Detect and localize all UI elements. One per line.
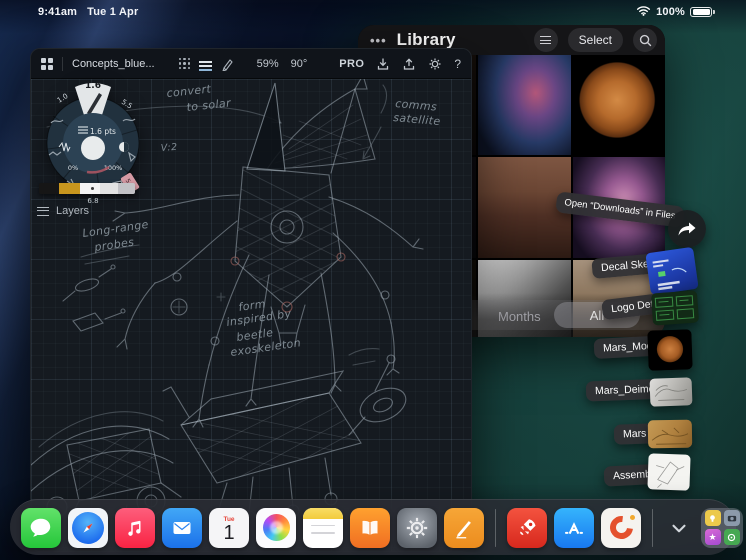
svg-text:Long-range: Long-range xyxy=(82,218,150,240)
photos-title: Library xyxy=(396,30,456,49)
app-library-tile-camera xyxy=(723,510,740,526)
battery-percent: 100% xyxy=(656,6,685,18)
svg-text:convert: convert xyxy=(166,82,212,100)
help-button[interactable]: ? xyxy=(454,57,461,71)
app-library-tile-yellow xyxy=(704,510,721,526)
zoom-level[interactable]: 59% xyxy=(257,58,279,70)
vector-pen-icon[interactable] xyxy=(221,57,235,71)
dock-divider xyxy=(495,508,496,547)
dock-app-settings[interactable] xyxy=(397,507,437,548)
photo-thumbnail-nebula[interactable] xyxy=(478,55,571,155)
drag-thumbnail-mars-model[interactable] xyxy=(647,329,693,371)
list-icon xyxy=(540,36,552,44)
mail-icon xyxy=(173,521,191,534)
dock-app-library[interactable]: ★ xyxy=(701,507,743,548)
gallery-icon[interactable] xyxy=(41,57,53,70)
search-icon xyxy=(639,34,651,46)
precision-menu-icon[interactable] xyxy=(178,57,191,70)
segment-months[interactable]: Months xyxy=(498,309,541,324)
safari-icon xyxy=(72,511,104,544)
drag-thumbnail-logo-detail[interactable] xyxy=(650,290,700,326)
dock-app-books[interactable] xyxy=(350,507,390,548)
search-button[interactable] xyxy=(633,28,657,52)
clock: 9:41am xyxy=(38,6,78,18)
svg-text:V:2: V:2 xyxy=(160,142,177,154)
app-library-tile-green xyxy=(723,529,740,545)
dock-collapse-button[interactable] xyxy=(664,508,694,548)
wheel-center-button xyxy=(81,136,105,160)
gear-icon xyxy=(406,517,428,538)
ipad-screen: 9:41am Tue 1 Apr 100% ••• Library Select xyxy=(0,0,746,560)
drag-thumbnail-mars-sketch[interactable] xyxy=(647,419,693,449)
drag-thumbnail-assembly[interactable] xyxy=(647,453,691,491)
selected-color-dot xyxy=(91,187,94,190)
dock-app-calendar[interactable]: Tue 1 xyxy=(209,507,249,548)
import-icon[interactable] xyxy=(376,57,390,71)
document-title[interactable]: Concepts_blue... xyxy=(72,58,155,70)
stroke-size-label: 1.6 pts xyxy=(90,127,116,136)
messages-icon xyxy=(30,518,51,537)
app-library-tile-star: ★ xyxy=(704,529,721,545)
share-forward-button[interactable] xyxy=(668,210,706,248)
svg-text:satellite: satellite xyxy=(393,111,441,128)
dock-app-concepts[interactable] xyxy=(601,507,641,548)
active-tool-size: 1.6 xyxy=(85,81,101,91)
dock-app-app-store[interactable] xyxy=(554,507,594,548)
rocket-icon xyxy=(520,518,536,535)
drag-thumbnail-decal-sketches[interactable] xyxy=(645,246,699,296)
music-icon xyxy=(128,520,141,536)
dock-app-safari[interactable] xyxy=(68,507,108,548)
export-icon[interactable] xyxy=(402,57,416,71)
color-swatch-bar[interactable] xyxy=(39,183,135,194)
app-store-icon xyxy=(564,521,584,534)
dock-app-rocket[interactable] xyxy=(507,507,547,548)
dock-app-music[interactable] xyxy=(115,507,155,548)
dock-app-pen[interactable] xyxy=(444,507,484,548)
photo-thumbnail-mars-globe[interactable] xyxy=(573,55,665,155)
calendar-day: 1 xyxy=(223,521,235,544)
battery-icon xyxy=(690,6,715,18)
layers-icon xyxy=(37,206,49,216)
svg-text:to solar: to solar xyxy=(186,96,233,114)
dock-app-messages[interactable] xyxy=(21,507,61,548)
window-options-button[interactable]: ••• xyxy=(370,33,387,48)
pro-badge[interactable]: PRO xyxy=(339,58,364,70)
notes-icon xyxy=(303,507,343,519)
drag-thumbnail-mars-deimos[interactable] xyxy=(649,377,693,407)
opacity-min: 0% xyxy=(68,164,78,172)
dock-app-notes[interactable] xyxy=(303,507,343,548)
view-options-button[interactable] xyxy=(533,28,558,52)
dock-app-mail[interactable] xyxy=(162,507,202,548)
select-button[interactable]: Select xyxy=(567,28,623,52)
forward-arrow-icon xyxy=(678,222,696,236)
books-icon xyxy=(362,520,378,535)
layers-panel-icon[interactable] xyxy=(199,61,213,71)
layers-label: Layers xyxy=(56,205,90,217)
pen-icon xyxy=(456,520,471,538)
tool-size-bottom: 6.8 xyxy=(87,197,98,205)
settings-gear-icon[interactable] xyxy=(428,57,442,71)
canvas-rotation[interactable]: 90° xyxy=(291,58,308,70)
status-bar: 9:41am Tue 1 Apr 100% xyxy=(0,0,746,24)
date: Tue 1 Apr xyxy=(87,6,139,18)
concepts-window: convert to solar V:2 comms satellite for… xyxy=(30,48,472,552)
dock: Tue 1 ★ xyxy=(10,499,743,555)
layers-panel-toggle[interactable]: Layers xyxy=(37,205,89,217)
chevron-down-icon xyxy=(672,524,686,532)
svg-text:probes: probes xyxy=(93,236,136,255)
tool-size-left: 1.0 xyxy=(56,92,70,105)
dock-divider xyxy=(652,508,653,547)
wifi-icon xyxy=(636,5,651,19)
photos-flower-icon xyxy=(262,514,290,541)
dock-app-photos[interactable] xyxy=(256,507,296,548)
